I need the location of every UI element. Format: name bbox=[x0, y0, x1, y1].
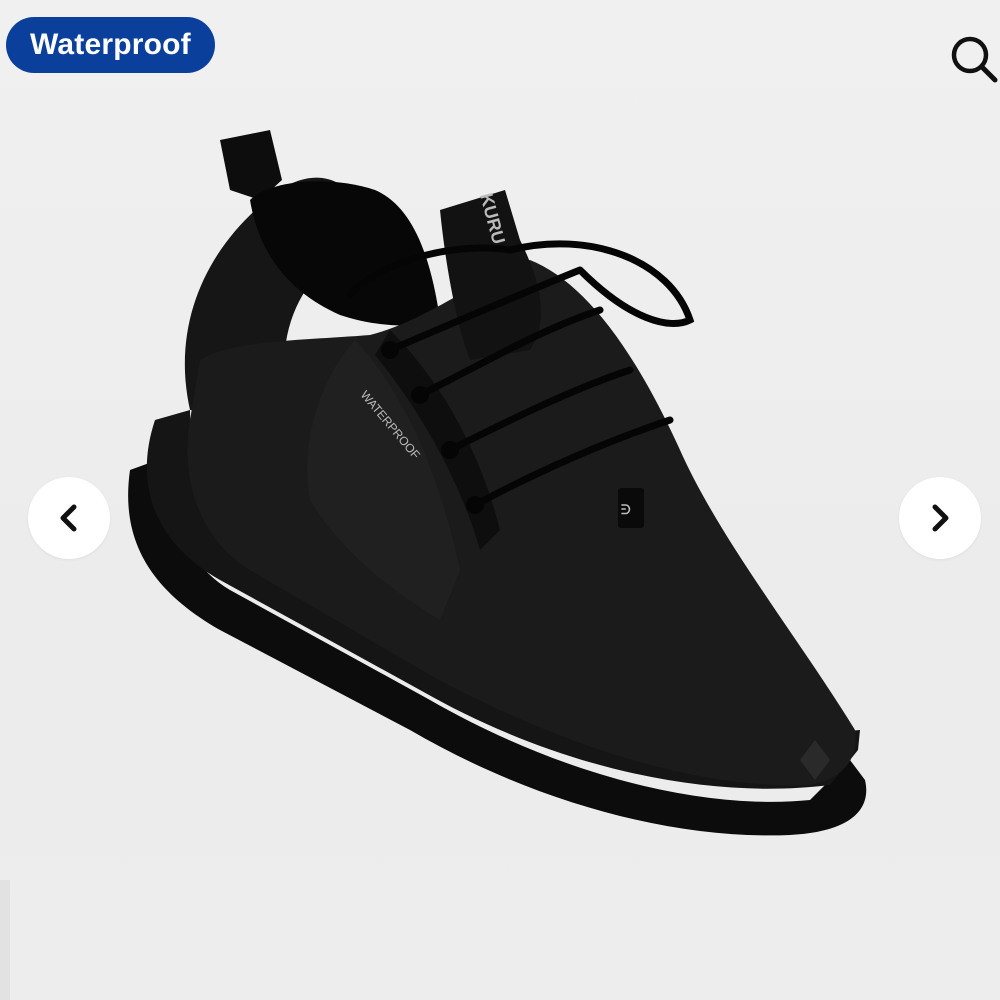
waterproof-badge: Waterproof bbox=[6, 17, 215, 73]
adjacent-image-edge bbox=[0, 880, 10, 1000]
chevron-left-icon bbox=[60, 504, 77, 532]
waterproof-badge-label: Waterproof bbox=[30, 28, 191, 61]
chevron-right-icon bbox=[932, 504, 949, 532]
svg-text:ᕭ: ᕭ bbox=[621, 502, 631, 517]
search-icon bbox=[951, 36, 998, 83]
search-button[interactable] bbox=[936, 28, 998, 88]
next-image-button[interactable] bbox=[899, 477, 981, 559]
product-image[interactable]: WATERPROOF KURU ᕭ bbox=[110, 120, 890, 860]
previous-image-button[interactable] bbox=[28, 477, 110, 559]
product-image-gallery: Waterproof WATERPROOF KURU ᕭ bbox=[0, 0, 1000, 1000]
